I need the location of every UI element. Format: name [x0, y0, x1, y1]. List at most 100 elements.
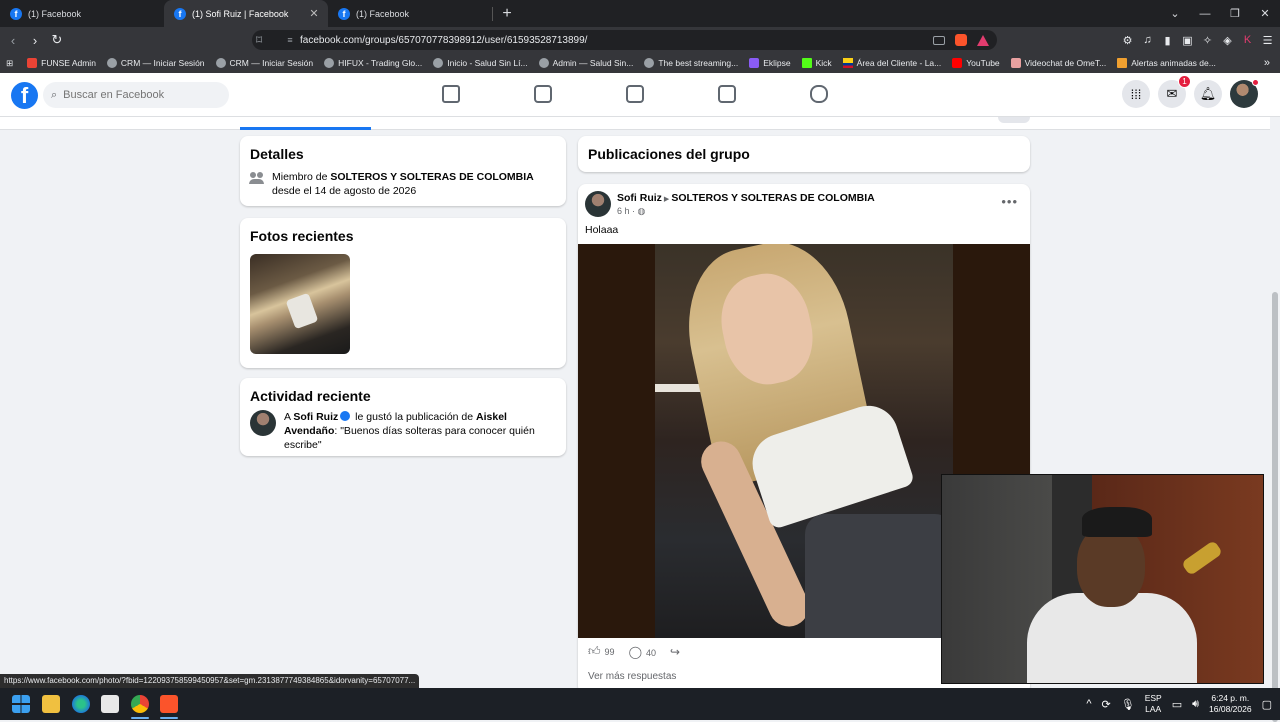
gaming-icon[interactable]: [810, 85, 828, 103]
bookmark-item[interactable]: Eklipse: [749, 58, 791, 68]
scrollbar-thumb[interactable]: [1272, 292, 1278, 722]
group-icon: [249, 172, 264, 184]
back-button[interactable]: ‹: [2, 33, 24, 48]
wallet-icon[interactable]: ▣: [1181, 34, 1194, 47]
post-options-icon[interactable]: •••: [1001, 194, 1018, 209]
new-tab-button[interactable]: +: [495, 5, 519, 23]
browser-tab-3[interactable]: f (1) Facebook: [328, 0, 492, 27]
browser-tab-1[interactable]: f (1) Facebook: [0, 0, 164, 27]
post-author-link[interactable]: Sofi Ruiz: [617, 192, 662, 204]
brave-rewards-icon[interactable]: [977, 34, 989, 46]
network-icon[interactable]: ▭: [1172, 698, 1182, 711]
bookmark-item[interactable]: FUNSE Admin: [27, 58, 96, 68]
store-icon[interactable]: [101, 695, 119, 713]
windows-start-icon[interactable]: [12, 695, 30, 713]
profile-tab-strip: [0, 117, 1280, 130]
browser-tab-2[interactable]: f (1) Sofi Ruiz | Facebook ✕: [164, 0, 328, 27]
activity-text: A Sofi Ruiz le gustó la publicación de A…: [284, 411, 535, 451]
bookmark-item[interactable]: Área del Cliente - La...: [842, 58, 941, 68]
bookmark-item[interactable]: Inicio - Salud Sin Lí...: [433, 58, 528, 68]
edge-icon[interactable]: [72, 695, 90, 713]
group-posts-title: Publicaciones del grupo: [588, 146, 750, 162]
sidebar-icon[interactable]: ▮: [1161, 34, 1174, 47]
feeds-icon[interactable]: [626, 85, 644, 103]
close-tab-icon[interactable]: ✕: [308, 7, 320, 20]
share-icon[interactable]: ↪: [670, 645, 680, 659]
file-explorer-icon[interactable]: [42, 695, 60, 713]
minimize-button[interactable]: —: [1190, 8, 1220, 20]
messenger-button[interactable]: ✉ 1: [1158, 75, 1191, 108]
active-app-indicator: [131, 717, 149, 719]
recent-activity-card: Actividad reciente A Sofi Ruiz le gustó …: [240, 378, 566, 456]
marketplace-icon[interactable]: [718, 85, 736, 103]
profile-avatar[interactable]: [1230, 79, 1259, 108]
media-icon[interactable]: ♫: [1141, 34, 1154, 46]
restore-button[interactable]: ❐: [1220, 7, 1250, 20]
avatar[interactable]: [250, 410, 276, 436]
volume-icon[interactable]: 🔊︎: [1192, 698, 1199, 711]
bookmark-item[interactable]: Videochat de OmeT...: [1010, 58, 1106, 68]
leo-icon[interactable]: ✧: [1201, 34, 1214, 47]
reels-icon[interactable]: [534, 85, 552, 103]
header-actions: ⁞⁞⁞ ✉ 1 🔔︎: [1122, 75, 1259, 108]
bookmark-item[interactable]: CRM — Iniciar Sesión: [106, 58, 205, 68]
chrome-icon[interactable]: [131, 695, 149, 713]
forward-button[interactable]: ›: [24, 33, 46, 48]
browser-tab-strip: f (1) Facebook f (1) Sofi Ruiz | Faceboo…: [0, 0, 1280, 27]
post-author-avatar[interactable]: [585, 191, 611, 217]
brave-shields-icon[interactable]: [955, 34, 967, 46]
home-icon[interactable]: [442, 85, 460, 103]
more-options-button[interactable]: [998, 117, 1030, 123]
chevron-up-icon[interactable]: ^: [1086, 698, 1091, 710]
facebook-search[interactable]: ⌕: [43, 82, 229, 108]
like-button[interactable]: 👍︎ 99: [588, 644, 615, 659]
apps-icon[interactable]: ⊞: [6, 58, 13, 69]
bookmark-item[interactable]: Kick: [801, 58, 832, 68]
tab-search-icon[interactable]: ⌄: [1160, 7, 1190, 20]
cast-icon[interactable]: [933, 35, 945, 45]
bookmark-item[interactable]: CRM — Iniciar Sesión: [215, 58, 313, 68]
close-window-button[interactable]: ✕: [1250, 7, 1280, 20]
vpn-icon[interactable]: ◈: [1221, 34, 1234, 47]
address-bar[interactable]: ⌑ ≡ facebook.com/groups/657070778398912/…: [252, 30, 997, 50]
facebook-logo-icon[interactable]: f: [11, 82, 38, 109]
membership-row: Miembro de SOLTEROS Y SOLTERAS DE COLOMB…: [249, 170, 556, 198]
search-input[interactable]: [63, 89, 214, 101]
sync-icon[interactable]: ⟳: [1102, 698, 1111, 711]
omegle-icon: [1010, 58, 1021, 68]
brave-icon[interactable]: [160, 695, 178, 713]
see-more-replies-link[interactable]: Ver más respuestas: [588, 671, 676, 682]
messenger-icon: ✉: [1166, 86, 1178, 101]
menu-grid-button[interactable]: ⁞⁞⁞: [1122, 80, 1150, 108]
more-bookmarks-icon[interactable]: »: [1264, 57, 1270, 69]
messenger-badge: 1: [1178, 75, 1191, 88]
group-link[interactable]: SOLTEROS Y SOLTERAS DE COLOMBIA: [330, 171, 533, 183]
notification-center-icon[interactable]: ▢: [1262, 698, 1272, 711]
site-info-icon[interactable]: ≡: [280, 35, 300, 45]
facebook-favicon-icon: f: [10, 7, 22, 20]
photo-image: [655, 244, 953, 638]
comment-button[interactable]: ◯ 40: [629, 645, 656, 659]
bookmark-item[interactable]: HIFUX - Trading Glo...: [324, 58, 422, 68]
tab-title: (1) Facebook: [356, 8, 410, 19]
menu-icon[interactable]: ☰: [1261, 34, 1274, 47]
facebook-favicon-icon: f: [174, 7, 186, 20]
language-indicator[interactable]: ESP LAA: [1145, 693, 1162, 715]
notifications-button[interactable]: 🔔︎: [1194, 80, 1222, 108]
bookmark-item[interactable]: Alertas animadas de...: [1117, 58, 1216, 68]
clock[interactable]: 6:24 p. m. 16/08/2026: [1209, 693, 1252, 715]
post-time[interactable]: 6 h ·: [617, 206, 635, 216]
extensions-icon[interactable]: ⚙: [1121, 34, 1134, 47]
bookmark-item[interactable]: The best streaming...: [644, 58, 738, 68]
microphone-icon[interactable]: 🎙︎: [1121, 698, 1135, 711]
recent-photos-title: Fotos recientes: [250, 228, 354, 244]
recent-photo-thumbnail[interactable]: [250, 254, 350, 354]
bookmark-item[interactable]: Admin — Salud Sin...: [538, 58, 633, 68]
page-scrollbar[interactable]: [1270, 117, 1280, 722]
bookmark-item[interactable]: YouTube: [952, 58, 1000, 68]
profile-k-icon[interactable]: K: [1241, 34, 1254, 46]
post-group-link[interactable]: SOLTEROS Y SOLTERAS DE COLOMBIA: [671, 192, 874, 204]
reload-button[interactable]: ↻: [46, 32, 68, 48]
bookmark-icon[interactable]: ⌑: [256, 33, 262, 47]
user-link[interactable]: Sofi Ruiz: [293, 411, 338, 423]
